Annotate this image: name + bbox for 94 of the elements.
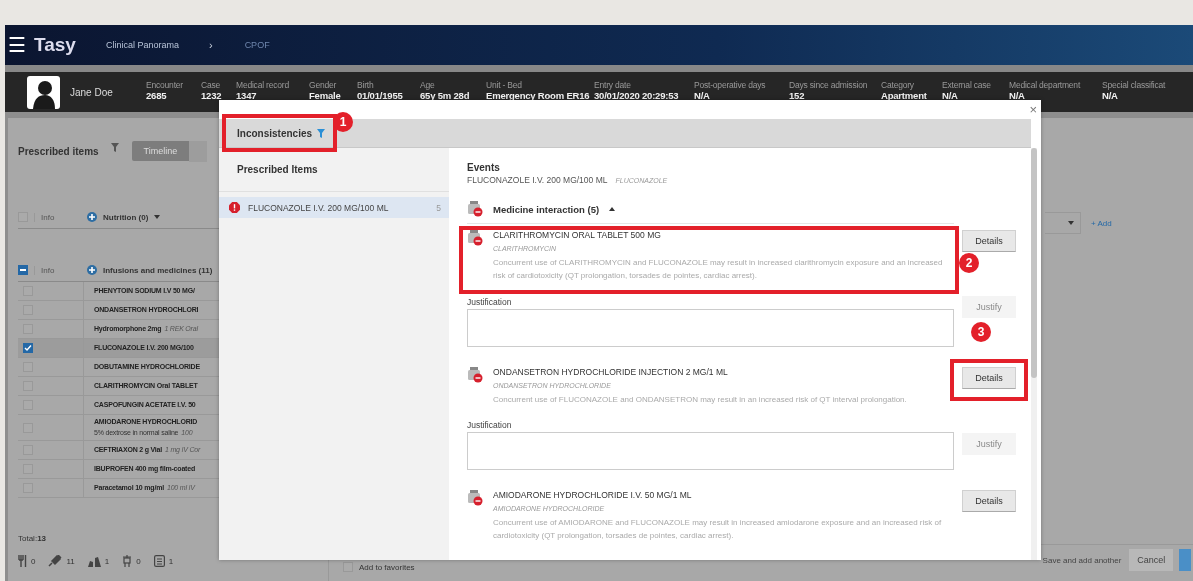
- interaction-description: Concurrent use of CLARITHROMYCIN and FLUCONAZOLE may result in increased clarithromycin exposure and an increased risk of cardiotoxicity (QT prolongation, torsades de pointes, cardiac arrest).: [493, 257, 944, 282]
- callout-number: 2: [959, 253, 979, 273]
- count-value: 1: [104, 556, 110, 566]
- field-label: Encounter: [146, 79, 184, 90]
- close-button[interactable]: ×: [1029, 103, 1037, 116]
- details-button[interactable]: Details: [962, 490, 1016, 513]
- field-label: External case: [942, 79, 992, 90]
- column-header: Info: [34, 265, 81, 275]
- field-value: 152: [789, 89, 805, 101]
- medicine-bottle-icon: [467, 230, 483, 246]
- error-icon: [229, 202, 240, 213]
- field-value: Female: [309, 89, 342, 101]
- interaction-drug-name: CLARITHROMYCIN ORAL TABLET 500 MG: [493, 230, 662, 240]
- field-value: N/A: [1009, 89, 1026, 101]
- count-value: 1: [168, 556, 174, 566]
- field-value: 65y 5m 28d: [420, 89, 471, 101]
- interaction-description: Concurrent use of FLUCONAZOLE and ONDANSETRON may result in an increased risk of QT interval prolongation.: [493, 393, 908, 406]
- field-label: Category: [881, 79, 915, 90]
- interaction-drug-name: AMIODARONE HYDROCHLORIDE I.V. 50 MG/1 ML: [493, 490, 693, 501]
- field-value: 1347: [236, 89, 258, 101]
- field-label: Birth: [357, 79, 375, 90]
- interaction-description: Concurrent use of AMIODARONE and FLUCONAZOLE may result in increased amiodarone exposure and an increased risk of cardiotoxicity (QT prolongation, torsades de pointes, cardiac arrest).: [493, 517, 943, 543]
- field-value: N/A: [694, 89, 710, 101]
- menu-button[interactable]: ☰: [8, 35, 26, 55]
- count-value: 11: [66, 556, 75, 566]
- field-value: Apartment: [881, 89, 928, 101]
- medicine-bottle-icon: [467, 366, 483, 383]
- prescribed-item[interactable]: FLUCONAZOLE I.V. 200 MG/100 ML 5: [219, 197, 449, 218]
- field-value: 1232: [201, 89, 223, 101]
- field-value: Emergency Room ER16: [486, 89, 591, 101]
- field-label: Justification: [467, 420, 513, 431]
- field-label: Post-operative days: [694, 79, 767, 90]
- add-icon[interactable]: [87, 265, 97, 275]
- view-tab[interactable]: Timeline: [131, 141, 190, 161]
- filter-icon[interactable]: [110, 142, 119, 152]
- interaction-drug-name: ONDANSETRON HYDROCHLORIDE INJECTION 2 MG/1 ML: [493, 366, 729, 377]
- field-label: Days since admission: [789, 79, 869, 90]
- total-label: Total:: [18, 534, 38, 543]
- field-label: Unit - Bed: [486, 79, 523, 90]
- section-title: Events: [467, 162, 501, 173]
- checkbox[interactable]: [18, 265, 28, 275]
- breadcrumb-separator: ›: [208, 39, 213, 51]
- field-value: 30/01/2020 20:29:53: [594, 89, 680, 101]
- group-header[interactable]: Nutrition (0): [103, 212, 149, 222]
- patient-name: Jane Doe: [70, 86, 114, 98]
- drug-name: FLUCONAZOLE I.V. 200 MG/100 ML: [467, 175, 608, 185]
- document-icon[interactable]: [153, 555, 165, 567]
- view-tab[interactable]: [189, 140, 208, 162]
- field-label: Justification: [467, 296, 513, 307]
- syringe-icon[interactable]: [48, 555, 63, 567]
- column-header: Info: [34, 212, 81, 222]
- select-field[interactable]: [1045, 212, 1081, 234]
- medicine-bottle-icon: [467, 490, 483, 507]
- app-title: Tasy: [34, 34, 76, 56]
- utensils-icon[interactable]: [18, 555, 27, 567]
- group-header[interactable]: Infusions and medicines (11): [103, 265, 213, 275]
- cancel-button[interactable]: Cancel: [1129, 549, 1174, 571]
- checkbox[interactable]: [23, 343, 33, 353]
- justification-field[interactable]: [467, 308, 954, 347]
- dialog-title: Inconsistencies: [237, 127, 313, 139]
- details-button[interactable]: Details: [962, 230, 1016, 252]
- add-icon[interactable]: [87, 212, 97, 222]
- field-label: Special classificat: [1102, 79, 1167, 90]
- breadcrumb-link[interactable]: Clinical Panorama: [105, 40, 179, 50]
- field-label: Medical department: [1009, 79, 1082, 90]
- medicine-bottle-icon: [467, 201, 483, 217]
- total-value: 13: [37, 534, 47, 543]
- field-value: N/A: [1102, 89, 1118, 101]
- checkbox-label: Add to favorites: [359, 562, 415, 572]
- caret-icon[interactable]: [154, 215, 161, 219]
- filter-icon[interactable]: [317, 128, 326, 138]
- details-button[interactable]: Details: [962, 366, 1016, 389]
- count-value: 0: [31, 556, 36, 566]
- caret-icon: [1068, 221, 1074, 225]
- justification-field[interactable]: [467, 432, 954, 471]
- count-value: 0: [136, 556, 141, 566]
- field-label: Case: [201, 79, 222, 90]
- field-value: 2685: [146, 89, 168, 101]
- caret-icon[interactable]: [609, 207, 616, 211]
- panel-title: Prescribed items: [18, 145, 99, 157]
- primary-button[interactable]: [1179, 549, 1192, 571]
- field-label: Medical record: [236, 79, 290, 90]
- callout-number: 3: [971, 322, 991, 342]
- field-label: Age: [420, 79, 436, 90]
- section-title: Prescribed Items: [219, 148, 449, 192]
- breadcrumb-link[interactable]: CPOF: [244, 40, 270, 50]
- field-value: N/A: [942, 89, 959, 101]
- field-label: Gender: [309, 79, 338, 90]
- save-and-add-button[interactable]: Save and add another: [1042, 555, 1122, 565]
- field-label: Entry date: [594, 79, 632, 90]
- scrollbar-thumb[interactable]: [1031, 148, 1037, 378]
- group-title[interactable]: Medicine interaction (5): [493, 203, 600, 215]
- field-value: 01/01/1955: [357, 89, 404, 101]
- avatar-silhouette-icon: [27, 75, 60, 109]
